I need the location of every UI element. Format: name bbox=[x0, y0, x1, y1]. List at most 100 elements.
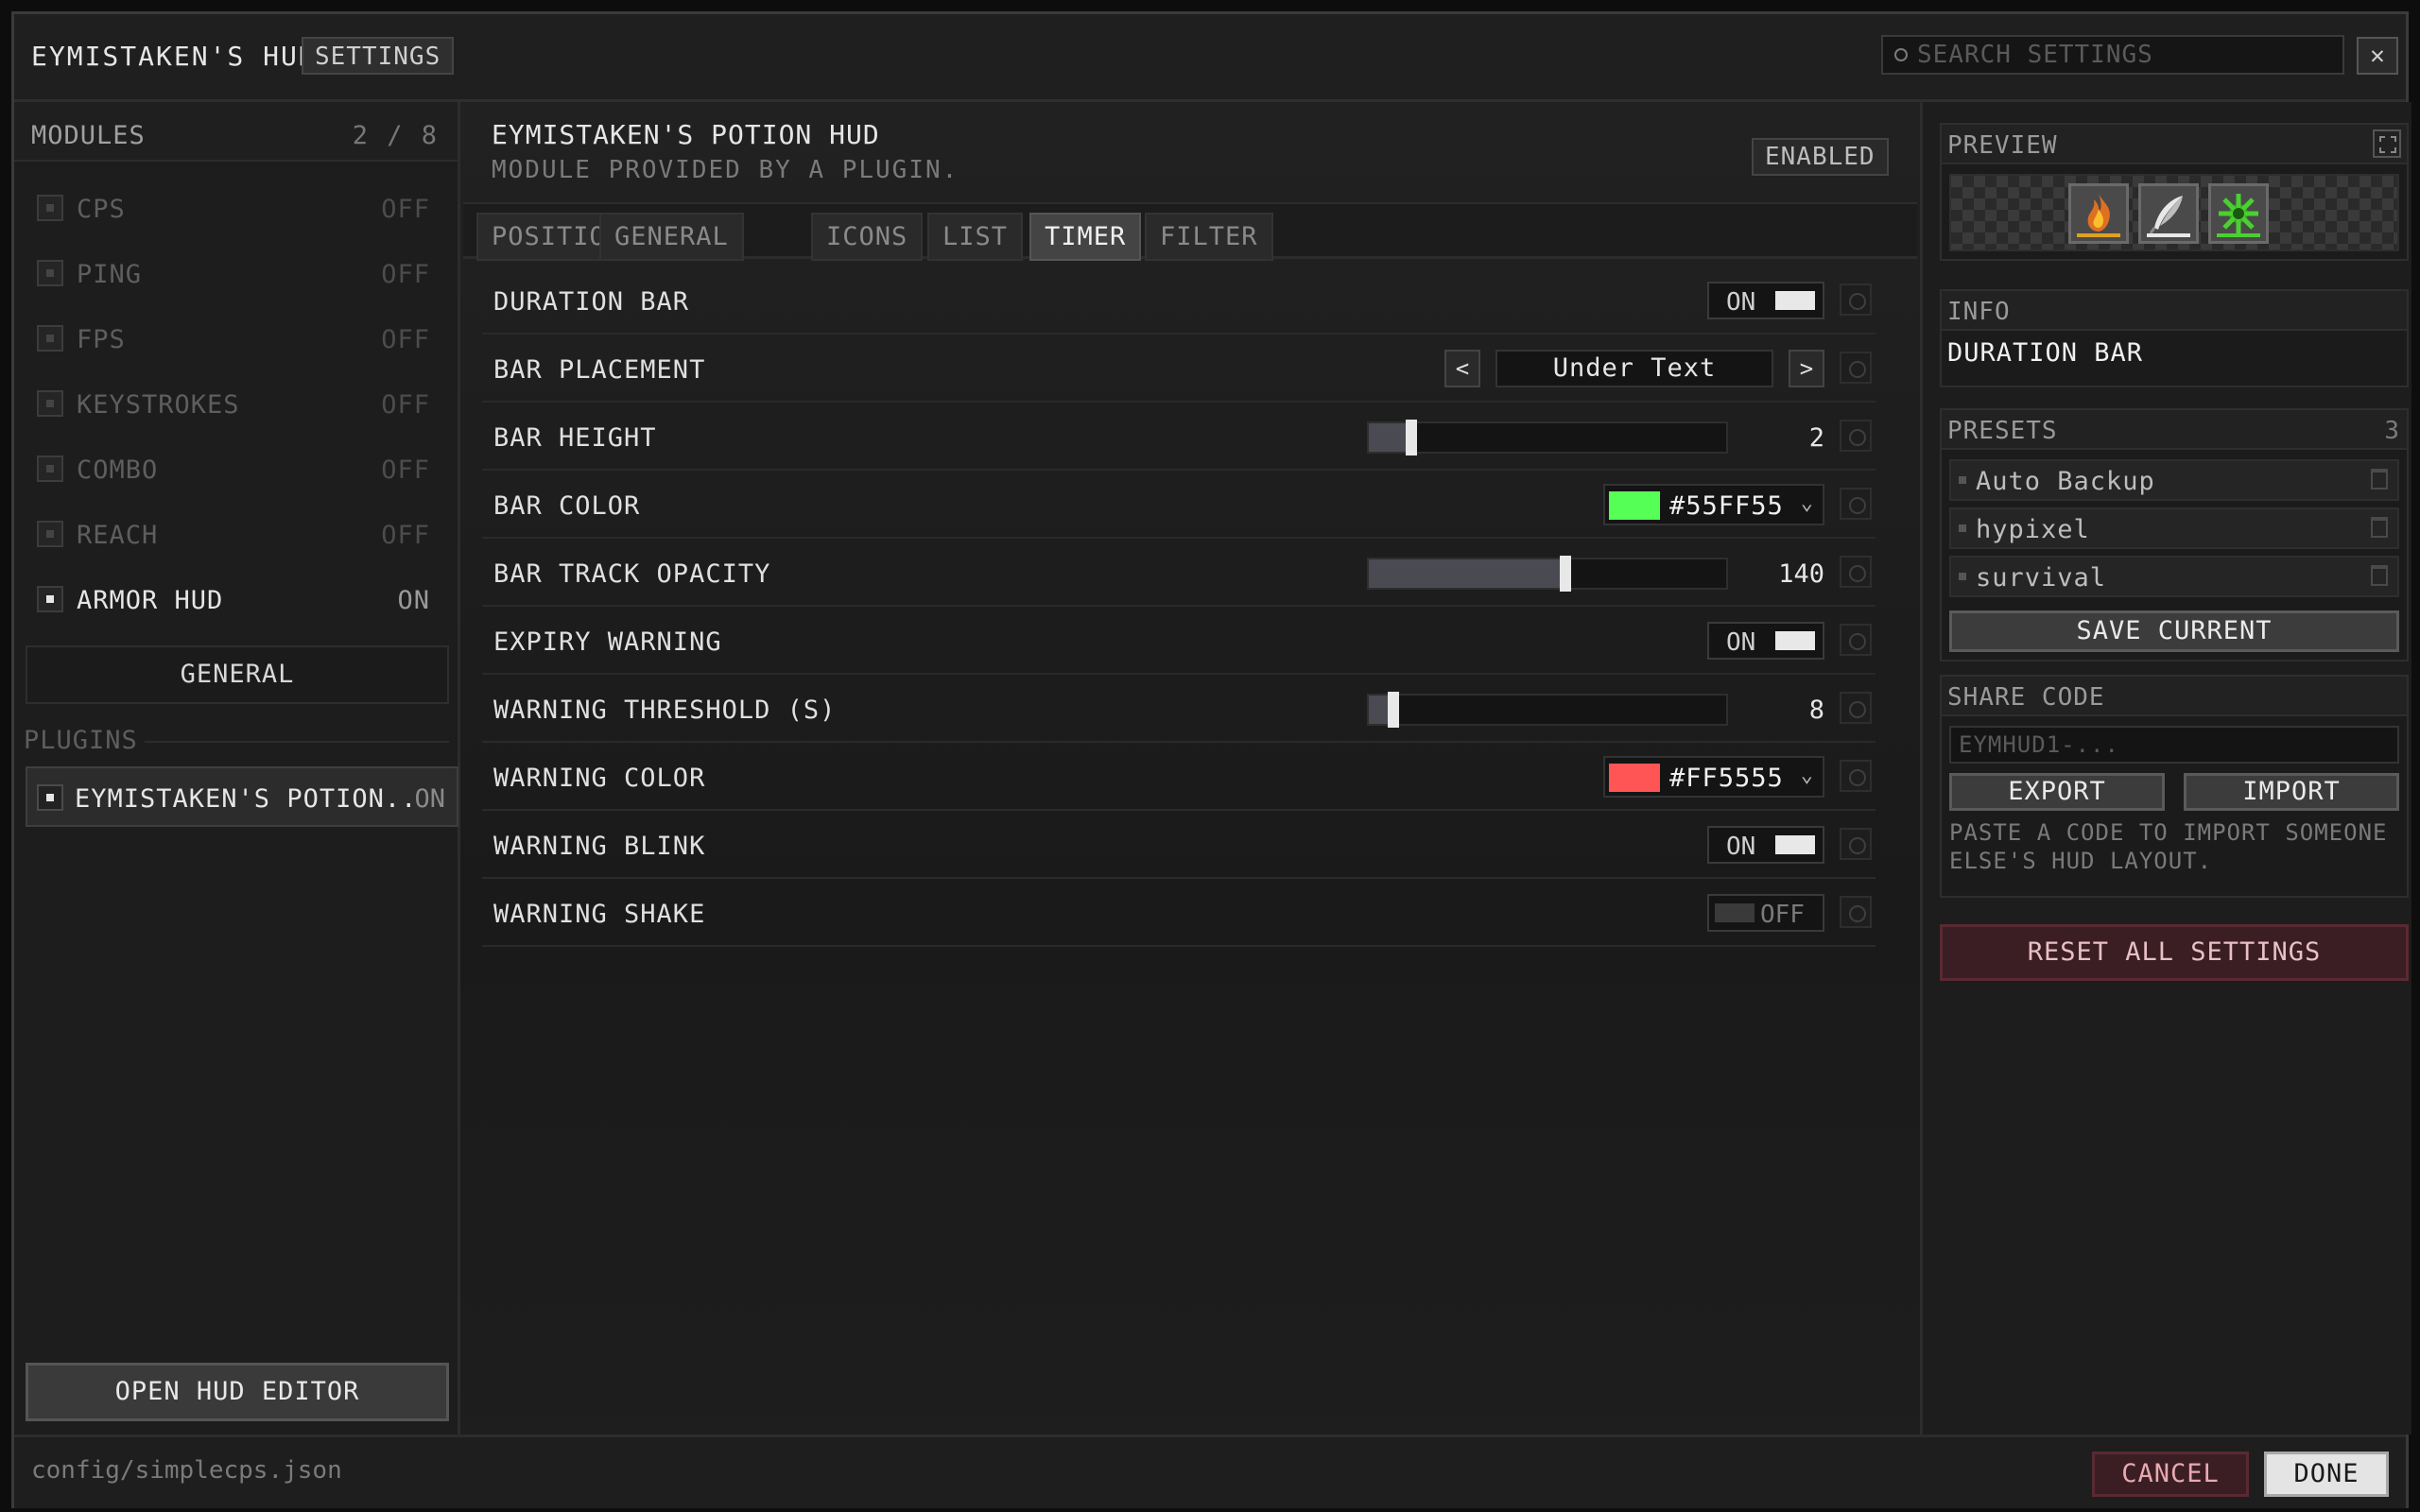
slider-thumb[interactable] bbox=[1388, 692, 1399, 728]
setting-label: BAR COLOR bbox=[493, 491, 641, 521]
plugin-checkbox[interactable] bbox=[37, 784, 63, 811]
search-input[interactable] bbox=[1917, 41, 2333, 69]
module-checkbox[interactable] bbox=[37, 521, 63, 547]
trash-icon[interactable] bbox=[2371, 565, 2388, 586]
slider-thumb[interactable] bbox=[1406, 420, 1417, 455]
preset-name: survival bbox=[1976, 563, 2107, 593]
tab-list[interactable]: LIST bbox=[927, 213, 1024, 261]
setting-label: BAR PLACEMENT bbox=[493, 355, 706, 385]
chevron-left-icon[interactable]: < bbox=[1444, 350, 1480, 387]
color-swatch bbox=[1609, 491, 1660, 520]
reset-icon[interactable] bbox=[1840, 284, 1872, 316]
module-title: EYMISTAKEN'S POTION HUD bbox=[492, 119, 880, 150]
reset-icon[interactable] bbox=[1840, 896, 1872, 928]
reset-icon[interactable] bbox=[1840, 488, 1872, 520]
reset-all-settings-button[interactable]: RESET ALL SETTINGS bbox=[1940, 924, 2409, 981]
module-checkbox[interactable] bbox=[37, 586, 63, 612]
done-button[interactable]: DONE bbox=[2264, 1452, 2389, 1497]
close-button[interactable]: ✕ bbox=[2357, 37, 2398, 75]
setting-label: EXPIRY WARNING bbox=[493, 627, 722, 657]
bar-track-opacity-slider[interactable] bbox=[1367, 556, 1728, 592]
preset-item[interactable]: Auto Backup bbox=[1949, 459, 2399, 501]
settings-tabs: POSITION GENERAL ICONS LIST TIMER FILTER bbox=[463, 202, 1917, 261]
save-current-button[interactable]: SAVE CURRENT bbox=[1949, 610, 2399, 652]
duration-bar bbox=[2217, 233, 2260, 237]
module-item-keystrokes[interactable]: KEYSTROKES OFF bbox=[26, 371, 449, 437]
module-item-reach[interactable]: REACH OFF bbox=[26, 502, 449, 567]
tab-icons[interactable]: ICONS bbox=[811, 213, 924, 261]
tab-general[interactable]: GENERAL bbox=[599, 213, 744, 261]
module-item-combo[interactable]: COMBO OFF bbox=[26, 437, 449, 502]
reset-icon[interactable] bbox=[1840, 352, 1872, 384]
slider-value: 8 bbox=[1808, 696, 1824, 725]
module-name: FPS bbox=[77, 325, 126, 354]
setting-row-bar-placement: BAR PLACEMENT < Under Text > bbox=[482, 335, 1876, 403]
module-item-cps[interactable]: CPS OFF bbox=[26, 176, 449, 241]
module-checkbox[interactable] bbox=[37, 325, 63, 352]
settings-window: EYMISTAKEN'S HUD SETTINGS ✕ MODULES 2 / … bbox=[11, 11, 2411, 1508]
export-button[interactable]: EXPORT bbox=[1949, 773, 2165, 811]
module-checkbox[interactable] bbox=[37, 260, 63, 286]
preset-bullet bbox=[1959, 524, 1966, 532]
preset-bullet bbox=[1959, 476, 1966, 484]
preset-item[interactable]: survival bbox=[1949, 556, 2399, 597]
general-button[interactable]: GENERAL bbox=[26, 645, 449, 704]
modules-list: CPS OFF PING OFF FPS OFF KEYSTROKES OFF … bbox=[26, 176, 449, 632]
plugin-item-potion-hud[interactable]: EYMISTAKEN'S POTION.. ON bbox=[26, 766, 458, 827]
reset-icon[interactable] bbox=[1840, 556, 1872, 588]
module-state: OFF bbox=[381, 260, 430, 289]
toggle-knob bbox=[1775, 291, 1815, 310]
module-settings-panel: EYMISTAKEN'S POTION HUD MODULE PROVIDED … bbox=[463, 102, 1917, 1435]
tab-filter[interactable]: FILTER bbox=[1145, 213, 1273, 261]
settings-list: DURATION BAR ON BAR PLACEMENT < Under Te… bbox=[482, 266, 1876, 947]
trash-icon[interactable] bbox=[2371, 469, 2388, 490]
bar-height-slider[interactable] bbox=[1367, 420, 1728, 455]
preset-name: Auto Backup bbox=[1976, 467, 2155, 496]
bar-color-picker[interactable]: #55FF55 ⌄ bbox=[1603, 484, 1824, 525]
reset-icon[interactable] bbox=[1840, 760, 1872, 792]
module-checkbox[interactable] bbox=[37, 455, 63, 482]
search-box[interactable] bbox=[1881, 35, 2344, 75]
module-item-fps[interactable]: FPS OFF bbox=[26, 306, 449, 371]
module-item-armor-hud[interactable]: ARMOR HUD ON bbox=[26, 567, 449, 632]
share-code-input[interactable] bbox=[1949, 726, 2399, 764]
trash-icon[interactable] bbox=[2371, 517, 2388, 538]
warning-color-picker[interactable]: #FF5555 ⌄ bbox=[1603, 756, 1824, 798]
duration-bar bbox=[2147, 233, 2190, 237]
duration-bar-toggle[interactable]: ON bbox=[1707, 282, 1824, 319]
reset-icon[interactable] bbox=[1840, 624, 1872, 656]
reset-icon[interactable] bbox=[1840, 420, 1872, 452]
expiry-warning-toggle[interactable]: ON bbox=[1707, 622, 1824, 660]
module-state: OFF bbox=[381, 455, 430, 485]
share-code-hint: PASTE A CODE TO IMPORT SOMEONE ELSE'S HU… bbox=[1949, 819, 2388, 874]
plugins-label: PLUGINS bbox=[24, 726, 138, 755]
plugins-divider bbox=[145, 741, 449, 743]
module-checkbox[interactable] bbox=[37, 390, 63, 417]
warning-shake-toggle[interactable]: OFF bbox=[1707, 894, 1824, 932]
setting-row-duration-bar: DURATION BAR ON bbox=[482, 266, 1876, 335]
reset-icon[interactable] bbox=[1840, 828, 1872, 860]
module-name: REACH bbox=[77, 521, 159, 550]
slider-thumb[interactable] bbox=[1560, 556, 1571, 592]
fire-resistance-potion-icon bbox=[2068, 183, 2129, 244]
module-name: KEYSTROKES bbox=[77, 390, 240, 420]
module-status-toggle[interactable]: ENABLED bbox=[1752, 138, 1889, 176]
warning-blink-toggle[interactable]: ON bbox=[1707, 826, 1824, 864]
warning-threshold-slider[interactable] bbox=[1367, 692, 1728, 728]
expand-icon[interactable] bbox=[2373, 129, 2401, 158]
reset-icon[interactable] bbox=[1840, 692, 1872, 724]
module-item-ping[interactable]: PING OFF bbox=[26, 241, 449, 306]
tab-timer[interactable]: TIMER bbox=[1029, 213, 1142, 261]
slider-fill bbox=[1369, 559, 1565, 588]
open-hud-editor-button[interactable]: OPEN HUD EDITOR bbox=[26, 1363, 449, 1421]
toggle-knob bbox=[1775, 631, 1815, 650]
presets-header: PRESETS 3 bbox=[1942, 410, 2407, 450]
module-checkbox[interactable] bbox=[37, 195, 63, 221]
plugin-state: ON bbox=[414, 784, 445, 814]
preset-item[interactable]: hypixel bbox=[1949, 507, 2399, 549]
chevron-right-icon[interactable]: > bbox=[1789, 350, 1824, 387]
setting-row-bar-height: BAR HEIGHT 2 bbox=[482, 403, 1876, 471]
import-button[interactable]: IMPORT bbox=[2184, 773, 2399, 811]
cancel-button[interactable]: CANCEL bbox=[2092, 1452, 2249, 1497]
modules-panel: MODULES 2 / 8 CPS OFF PING OFF FPS OFF K… bbox=[14, 102, 460, 1435]
